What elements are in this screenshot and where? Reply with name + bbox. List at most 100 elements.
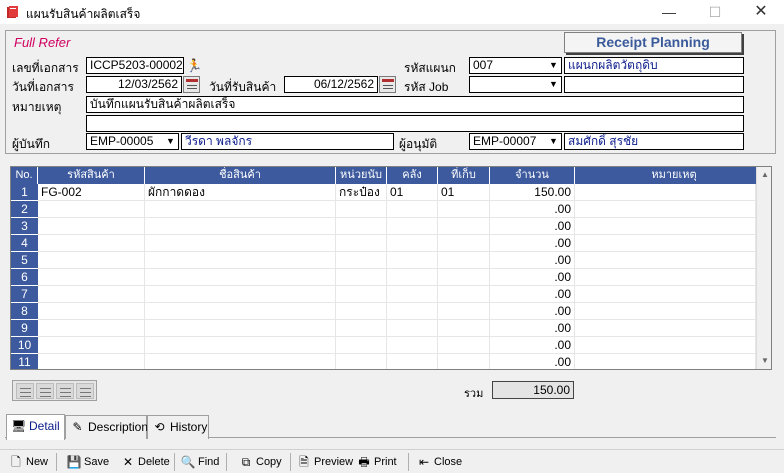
cell-loc[interactable] (438, 235, 490, 252)
cell-note[interactable] (575, 184, 756, 201)
cell-name[interactable] (145, 218, 336, 235)
cell-loc[interactable]: 01 (438, 184, 490, 201)
cell-wh[interactable] (387, 320, 438, 337)
row-number[interactable]: 1 (11, 184, 38, 201)
cell-note[interactable] (575, 201, 756, 218)
cell-code[interactable] (38, 303, 145, 320)
approver-combo[interactable]: EMP-00007 ▼ (469, 133, 562, 150)
cell-loc[interactable] (438, 286, 490, 303)
table-row[interactable]: 4.00 (11, 235, 756, 252)
cell-qty[interactable]: .00 (490, 337, 575, 354)
append-row-icon[interactable] (36, 383, 54, 399)
doc-date-field[interactable]: 12/03/2562 (86, 76, 182, 93)
delete-row-icon[interactable] (56, 383, 74, 399)
cell-unit[interactable] (336, 354, 387, 369)
cell-qty[interactable]: .00 (490, 235, 575, 252)
col-header-no[interactable]: No. (11, 167, 38, 184)
cell-wh[interactable] (387, 286, 438, 303)
col-header-unit[interactable]: หน่วยนับ (336, 167, 387, 184)
cell-name[interactable] (145, 337, 336, 354)
print-button[interactable]: 🖶 Print (356, 453, 396, 471)
cell-name[interactable] (145, 354, 336, 369)
cell-name[interactable] (145, 286, 336, 303)
table-row[interactable]: 7.00 (11, 286, 756, 303)
cell-name[interactable] (145, 252, 336, 269)
cell-loc[interactable] (438, 320, 490, 337)
cell-note[interactable] (575, 303, 756, 320)
cell-wh[interactable] (387, 337, 438, 354)
cell-note[interactable] (575, 337, 756, 354)
close-window-button[interactable]: ✕ (738, 0, 784, 24)
tab-history[interactable]: ⟲ History (147, 415, 209, 439)
cell-loc[interactable] (438, 218, 490, 235)
table-row[interactable]: 11.00 (11, 354, 756, 369)
table-row[interactable]: 8.00 (11, 303, 756, 320)
cell-code[interactable] (38, 286, 145, 303)
tab-detail[interactable]: 🖥 Detail (6, 414, 65, 440)
col-header-name[interactable]: ชื่อสินค้า (145, 167, 336, 184)
chevron-down-icon[interactable]: ▼ (546, 77, 561, 92)
department-combo[interactable]: 007 ▼ (469, 57, 562, 74)
cell-qty[interactable]: .00 (490, 269, 575, 286)
recorder-combo[interactable]: EMP-00005 ▼ (86, 133, 179, 150)
close-button[interactable]: ⇤ Close (416, 453, 462, 471)
cell-note[interactable] (575, 354, 756, 369)
copy-button[interactable]: ⧉ Copy (238, 453, 282, 471)
cell-loc[interactable] (438, 303, 490, 320)
row-number[interactable]: 6 (11, 269, 38, 286)
cell-unit[interactable] (336, 303, 387, 320)
cell-qty[interactable]: .00 (490, 201, 575, 218)
cell-qty[interactable]: .00 (490, 303, 575, 320)
cell-code[interactable] (38, 354, 145, 369)
row-number[interactable]: 11 (11, 354, 38, 369)
row-number[interactable]: 3 (11, 218, 38, 235)
cell-code[interactable]: FG-002 (38, 184, 145, 201)
cell-wh[interactable] (387, 354, 438, 369)
tab-description[interactable]: ✎ Description (65, 415, 148, 439)
receipt-planning-button[interactable]: Receipt Planning (564, 32, 742, 53)
row-number[interactable]: 5 (11, 252, 38, 269)
job-combo[interactable]: ▼ (469, 76, 562, 93)
save-button[interactable]: 💾 Save (66, 453, 110, 471)
cell-loc[interactable] (438, 201, 490, 218)
cell-code[interactable] (38, 320, 145, 337)
cell-unit[interactable] (336, 337, 387, 354)
cell-name[interactable] (145, 201, 336, 218)
row-number[interactable]: 7 (11, 286, 38, 303)
col-header-location[interactable]: ที่เก็บ (438, 167, 490, 184)
col-header-warehouse[interactable]: คลัง (387, 167, 438, 184)
chevron-down-icon[interactable]: ▼ (163, 134, 178, 149)
cell-name[interactable]: ผักกาดดอง (145, 184, 336, 201)
cell-unit[interactable] (336, 218, 387, 235)
chevron-down-icon[interactable]: ▼ (546, 134, 561, 149)
cell-unit[interactable] (336, 235, 387, 252)
cell-code[interactable] (38, 337, 145, 354)
detail-grid[interactable]: No. รหัสสินค้า ชื่อสินค้า หน่วยนับ คลัง … (10, 166, 772, 370)
cell-name[interactable] (145, 269, 336, 286)
row-number[interactable]: 4 (11, 235, 38, 252)
cell-note[interactable] (575, 269, 756, 286)
cell-qty[interactable]: 150.00 (490, 184, 575, 201)
cell-loc[interactable] (438, 252, 490, 269)
col-header-code[interactable]: รหัสสินค้า (38, 167, 145, 184)
row-number[interactable]: 9 (11, 320, 38, 337)
table-row[interactable]: 6.00 (11, 269, 756, 286)
cell-code[interactable] (38, 218, 145, 235)
cell-unit[interactable] (336, 201, 387, 218)
cell-name[interactable] (145, 320, 336, 337)
cell-qty[interactable]: .00 (490, 320, 575, 337)
remark-field-2[interactable] (86, 115, 744, 132)
scroll-down-icon[interactable]: ▼ (757, 353, 771, 369)
cell-unit[interactable] (336, 286, 387, 303)
zoom-row-icon[interactable] (76, 383, 94, 399)
cell-name[interactable] (145, 235, 336, 252)
delete-button[interactable]: ✕ Delete (120, 453, 170, 471)
calendar-icon[interactable] (183, 76, 200, 93)
cell-code[interactable] (38, 252, 145, 269)
insert-row-icon[interactable] (16, 383, 34, 399)
cell-note[interactable] (575, 252, 756, 269)
cell-loc[interactable] (438, 337, 490, 354)
cell-note[interactable] (575, 286, 756, 303)
cell-wh[interactable] (387, 218, 438, 235)
grid-scrollbar[interactable]: ▲ ▼ (756, 167, 771, 369)
